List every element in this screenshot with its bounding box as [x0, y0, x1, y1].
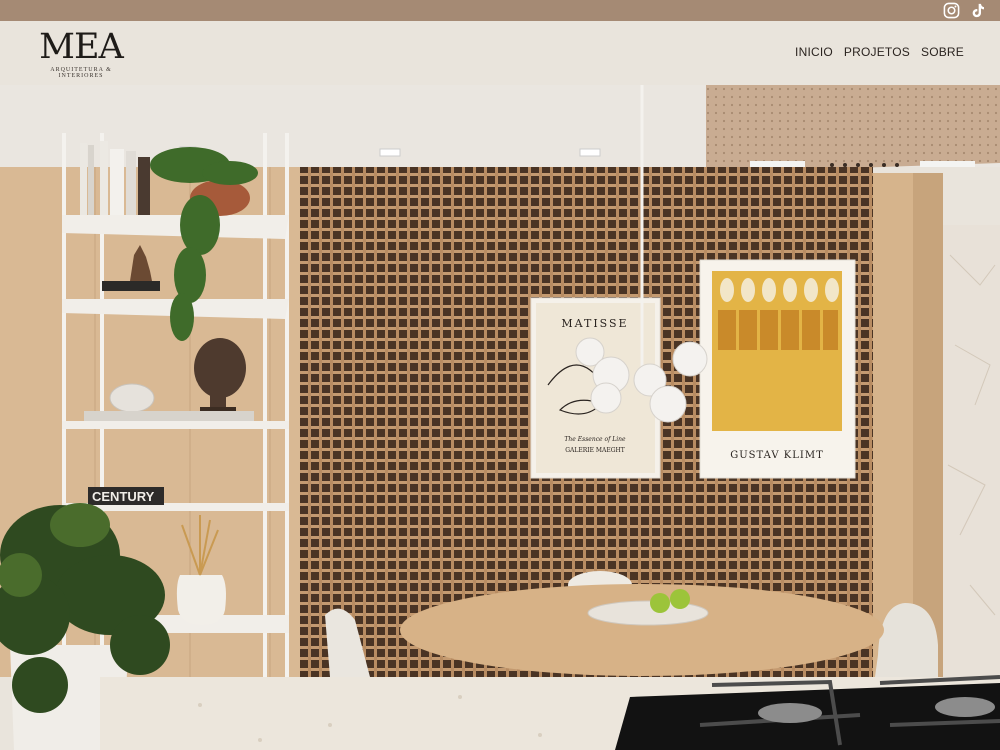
range-hood	[706, 85, 1000, 173]
hood-light	[920, 161, 975, 167]
main-nav: INICIO PROJETOS SOBRE	[795, 45, 964, 59]
dining-table	[400, 584, 884, 676]
books-stack	[102, 281, 160, 291]
poster-klimt: GUSTAV KLIMT	[699, 259, 856, 479]
poster-title: GUSTAV KLIMT	[730, 450, 823, 461]
instagram-link[interactable]	[943, 2, 960, 19]
wood-column	[873, 173, 913, 677]
textured-wall	[943, 225, 1000, 677]
ceiling-spotlight	[579, 148, 601, 157]
tiktok-icon	[972, 3, 984, 18]
books-flat	[84, 411, 254, 421]
tiktok-link[interactable]	[970, 2, 986, 19]
site-header: MEA ARQUITETURA & INTERIORES INICIO PROJ…	[0, 21, 1000, 85]
top-bar	[0, 0, 1000, 21]
poster-footer: GALERIE MAEGHT	[565, 447, 625, 454]
logo-subtitle: ARQUITETURA & INTERIORES	[50, 67, 112, 79]
social-links	[943, 2, 986, 19]
poster-title: MATISSE	[561, 317, 628, 330]
wall-edge	[913, 173, 943, 677]
logo-mark: MEA	[39, 27, 124, 67]
nav-item-projetos[interactable]: PROJETOS	[844, 45, 910, 59]
nav-item-inicio[interactable]: INICIO	[795, 45, 833, 59]
poster-subtitle: The Essence of Line	[564, 436, 626, 443]
ceiling-spotlight	[379, 148, 401, 157]
nav-item-sobre[interactable]: SOBRE	[921, 45, 964, 59]
decor-ornament	[109, 383, 155, 413]
book-spine-label: CENTURY	[92, 489, 155, 504]
hero-image: CENTURY MATISSE The Essence of Line GALE…	[0, 85, 1000, 750]
instagram-icon	[943, 2, 960, 19]
hero-illustration: CENTURY MATISSE The Essence of Line GALE…	[0, 85, 1000, 750]
logo[interactable]: MEA ARQUITETURA & INTERIORES	[34, 27, 128, 79]
white-vase	[176, 575, 226, 625]
hood-light	[750, 161, 805, 167]
fruit-bowl	[587, 600, 709, 626]
